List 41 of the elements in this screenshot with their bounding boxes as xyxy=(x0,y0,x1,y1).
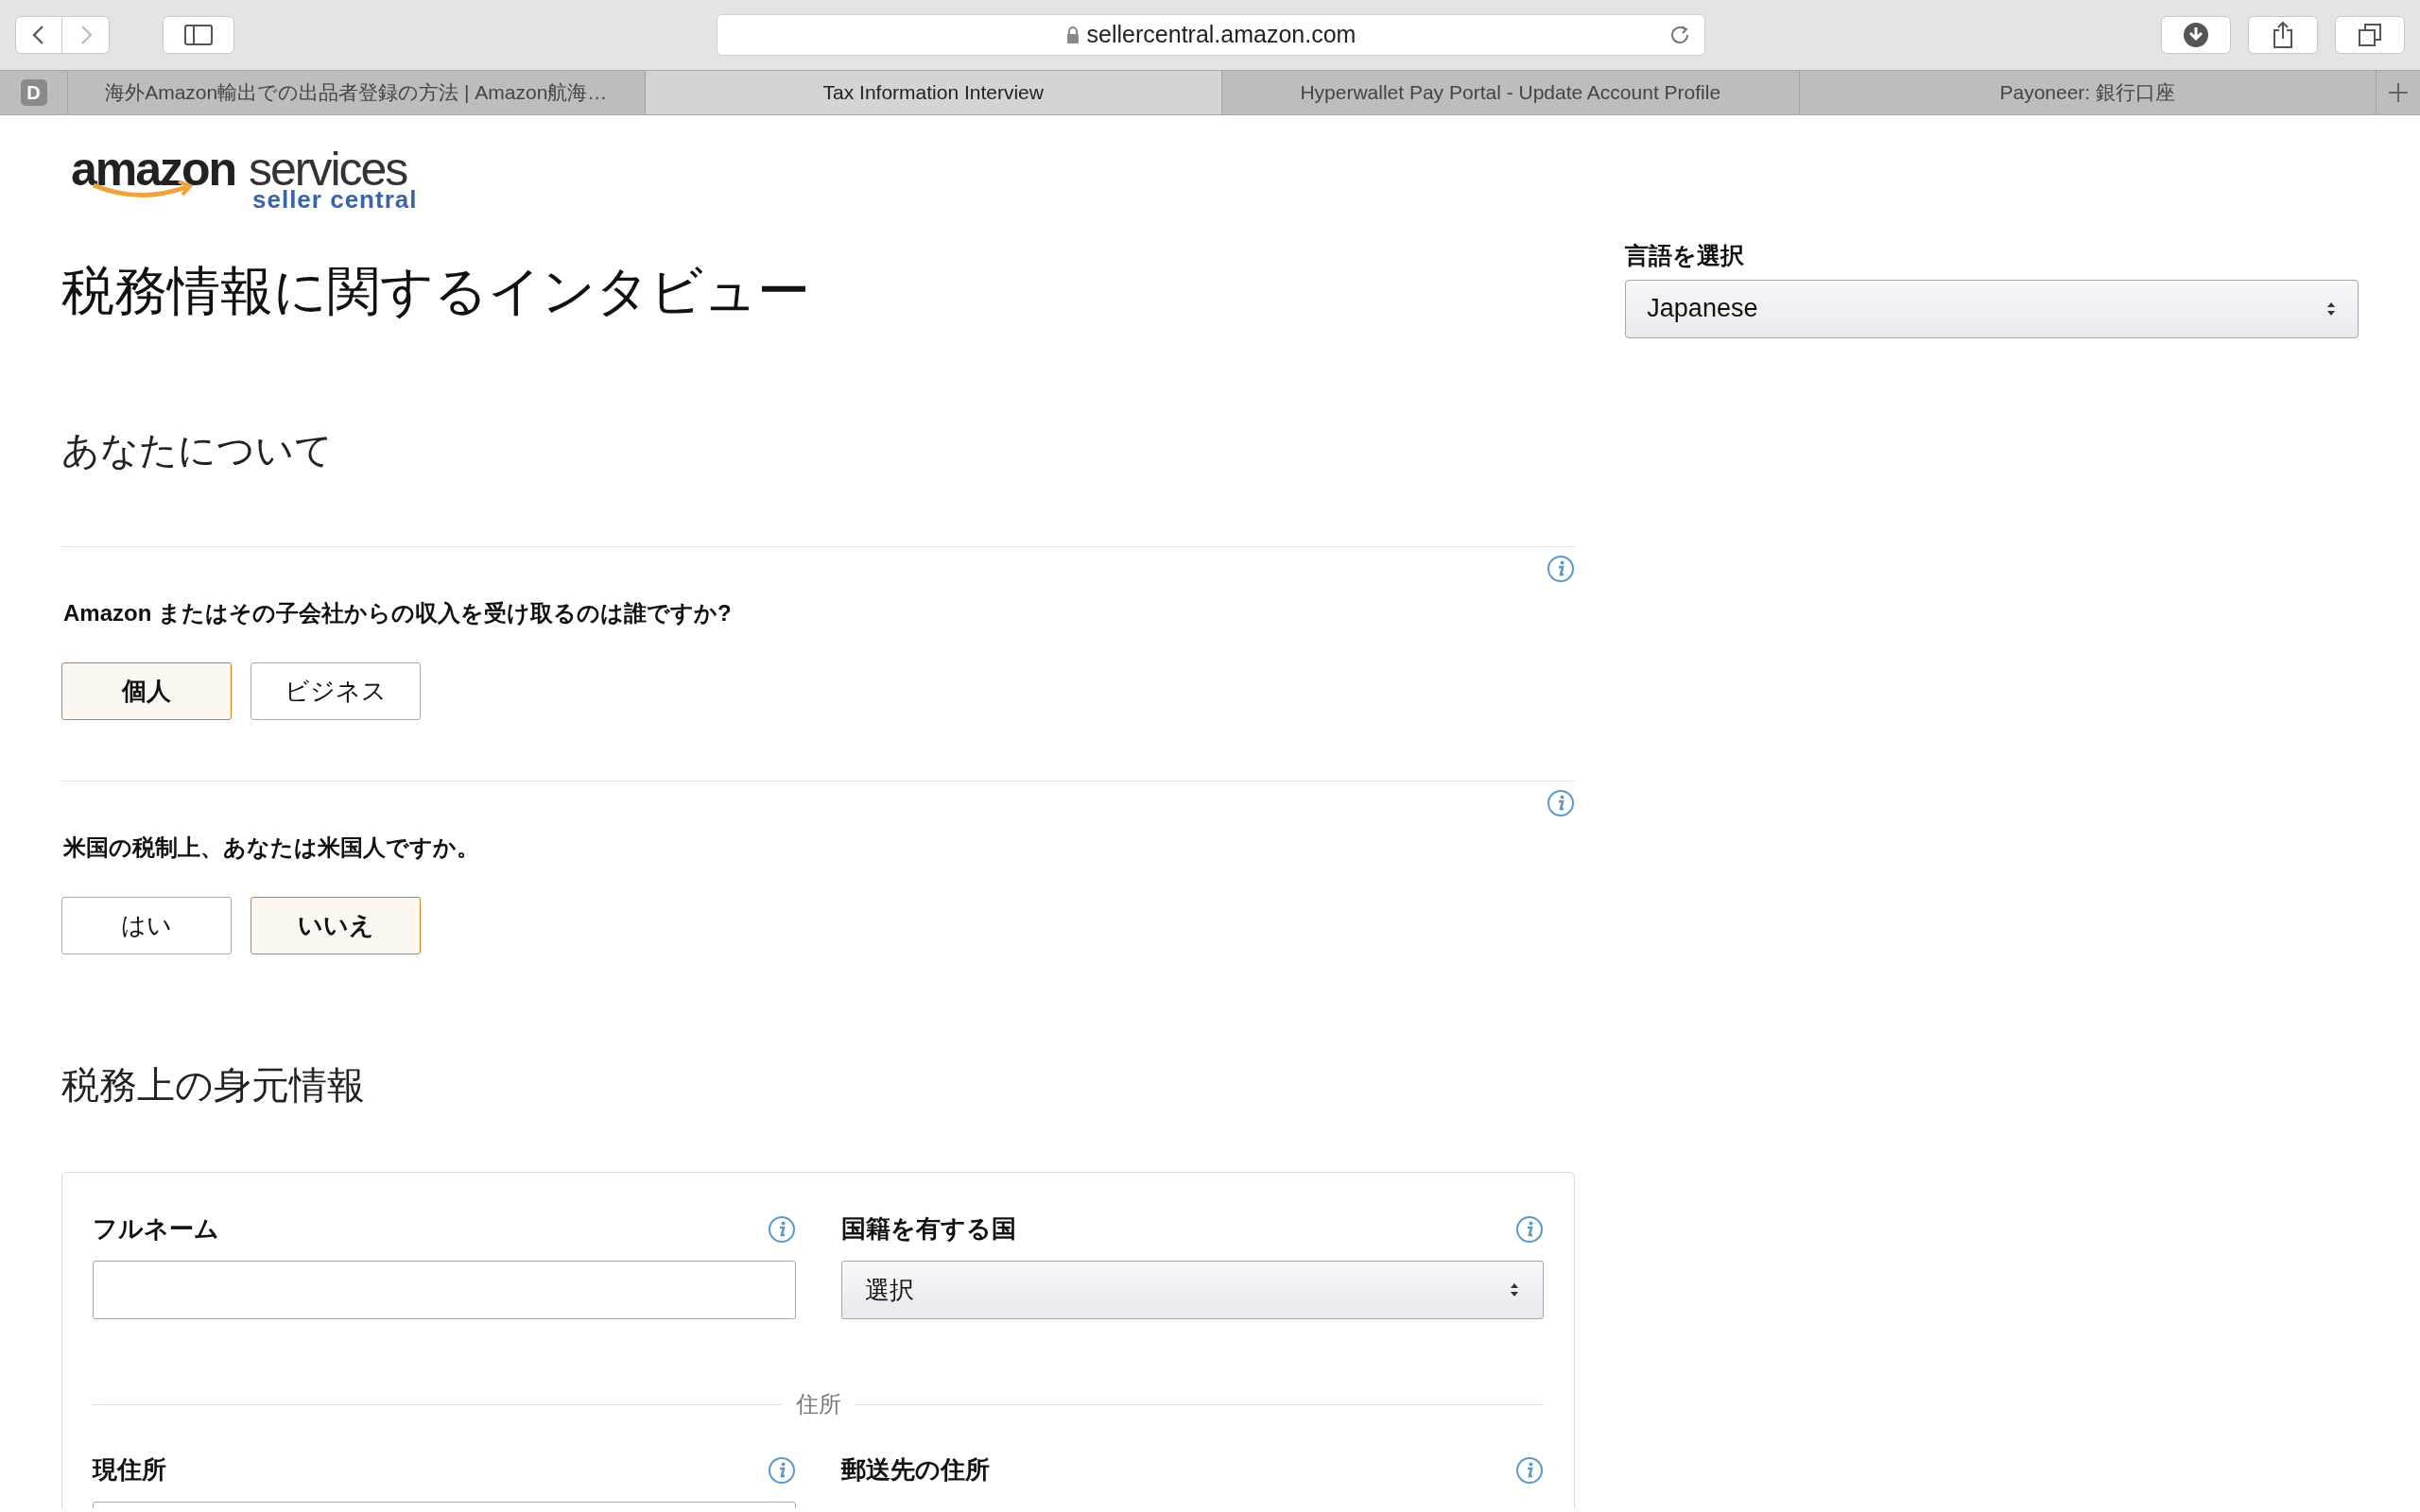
select-dropdown[interactable]: 選択 xyxy=(840,1261,1545,1319)
section-heading: 税務上の身元情報 xyxy=(61,1063,366,1108)
section-heading: あなたについて xyxy=(61,428,334,472)
select-arrows-icon xyxy=(1509,1281,1521,1298)
tabs-overview-button[interactable] xyxy=(2335,16,2405,54)
sidebar-button[interactable] xyxy=(163,16,234,54)
sidebar-icon xyxy=(184,25,213,45)
info-icon[interactable] xyxy=(1547,789,1576,817)
choice-button[interactable]: ビジネス xyxy=(251,662,421,720)
info-icon[interactable] xyxy=(1515,1455,1545,1485)
chevron-left-icon xyxy=(31,25,46,45)
reload-icon[interactable] xyxy=(1668,24,1691,46)
download-icon xyxy=(2183,22,2209,48)
info-icon[interactable] xyxy=(767,1214,796,1244)
text-input-field[interactable] xyxy=(93,1261,796,1319)
amazon-services-logo: amazon services seller central xyxy=(71,142,419,214)
info-icon[interactable] xyxy=(1547,555,1576,583)
share-icon xyxy=(2272,21,2294,49)
choice-button[interactable]: はい xyxy=(61,897,232,954)
divider-label: 住所 xyxy=(795,1390,841,1418)
field-label: 郵送先の住所 xyxy=(840,1454,990,1486)
field-label: 国籍を有する国 xyxy=(840,1213,1016,1245)
back-button[interactable] xyxy=(15,16,62,54)
tabs-icon xyxy=(2358,23,2382,47)
question-text: Amazon またはその子会社からの収入を受け取るのは誰ですか? xyxy=(63,599,733,627)
download-button[interactable] xyxy=(2161,16,2231,54)
address-bar[interactable]: sellercentral.amazon.com xyxy=(717,14,1705,56)
browser-tab[interactable]: Tax Information Interview xyxy=(645,71,1222,114)
info-icon[interactable] xyxy=(1515,1214,1545,1244)
choice-button[interactable]: 個人 xyxy=(61,662,232,720)
page-title: 税務情報に関するインタビュー xyxy=(61,260,811,322)
url-text: sellercentral.amazon.com xyxy=(1086,20,1357,50)
choice-button[interactable]: いいえ xyxy=(251,897,421,954)
lock-icon xyxy=(1065,26,1080,43)
field-label: 現住所 xyxy=(93,1454,166,1486)
language-label: 言語を選択 xyxy=(1625,241,1746,270)
question-text: 米国の税制上、あなたは米国人ですか。 xyxy=(63,833,480,862)
field-label: フルネーム xyxy=(93,1213,219,1245)
language-select[interactable]: Japanese xyxy=(1625,279,2359,338)
info-icon[interactable] xyxy=(767,1455,796,1485)
share-button[interactable] xyxy=(2248,16,2318,54)
